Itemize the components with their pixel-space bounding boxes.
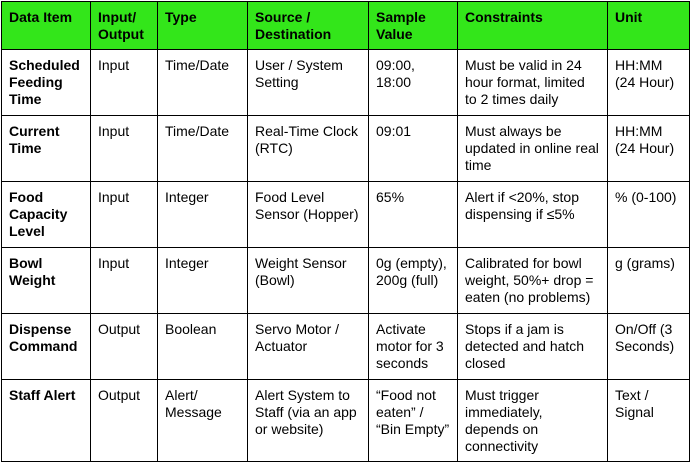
cell-unit: g (grams): [607, 247, 690, 314]
cell-constraints: Calibrated for bowl weight, 50%+ drop = …: [457, 247, 608, 314]
cell-type: Boolean: [157, 313, 248, 380]
column-header-data-item: Data Item: [1, 1, 91, 50]
column-header-sample-value: Sample Value: [368, 1, 458, 50]
cell-type: Alert/ Message: [157, 379, 248, 462]
cell-source-destination: Alert System to Staff (via an app or web…: [247, 379, 369, 462]
cell-unit: Text / Signal: [607, 379, 690, 462]
cell-unit: % (0-100): [607, 181, 690, 248]
cell-unit: HH:MM (24 Hour): [607, 115, 690, 182]
cell-unit: On/Off (3 Seconds): [607, 313, 690, 380]
cell-data-item: Scheduled Feeding Time: [1, 49, 91, 116]
cell-constraints: Stops if a jam is detected and hatch clo…: [457, 313, 608, 380]
table-header: Data Item Input/ Output Type Source / De…: [1, 1, 690, 50]
cell-sample-value: Activate motor for 3 seconds: [368, 313, 458, 380]
cell-constraints: Must trigger immediately, depends on con…: [457, 379, 608, 462]
cell-input-output: Output: [90, 313, 158, 380]
cell-sample-value: 65%: [368, 181, 458, 248]
header-row: Data Item Input/ Output Type Source / De…: [1, 1, 690, 50]
column-header-type: Type: [157, 1, 248, 50]
cell-sample-value: 09:01: [368, 115, 458, 182]
cell-type: Time/Date: [157, 115, 248, 182]
cell-sample-value: “Food not eaten” / “Bin Empty”: [368, 379, 458, 462]
cell-type: Integer: [157, 181, 248, 248]
table-row: Bowl Weight Input Integer Weight Sensor …: [1, 247, 690, 314]
cell-source-destination: Real-Time Clock (RTC): [247, 115, 369, 182]
table-row: Scheduled Feeding Time Input Time/Date U…: [1, 49, 690, 116]
cell-data-item: Current Time: [1, 115, 91, 182]
cell-source-destination: Food Level Sensor (Hopper): [247, 181, 369, 248]
column-header-input-output: Input/ Output: [90, 1, 158, 50]
cell-input-output: Input: [90, 181, 158, 248]
table-row: Food Capacity Level Input Integer Food L…: [1, 181, 690, 248]
cell-source-destination: User / System Setting: [247, 49, 369, 116]
table-row: Dispense Command Output Boolean Servo Mo…: [1, 313, 690, 380]
column-header-source-destination: Source / Destination: [247, 1, 369, 50]
cell-source-destination: Weight Sensor (Bowl): [247, 247, 369, 314]
table-body: Scheduled Feeding Time Input Time/Date U…: [1, 49, 690, 462]
cell-data-item: Food Capacity Level: [1, 181, 91, 248]
cell-type: Integer: [157, 247, 248, 314]
cell-constraints: Alert if <20%, stop dispensing if ≤5%: [457, 181, 608, 248]
cell-source-destination: Servo Motor / Actuator: [247, 313, 369, 380]
table-row: Staff Alert Output Alert/ Message Alert …: [1, 379, 690, 462]
cell-type: Time/Date: [157, 49, 248, 116]
cell-sample-value: 0g (empty), 200g (full): [368, 247, 458, 314]
cell-data-item: Dispense Command: [1, 313, 91, 380]
cell-input-output: Input: [90, 49, 158, 116]
cell-data-item: Staff Alert: [1, 379, 91, 462]
column-header-constraints: Constraints: [457, 1, 608, 50]
cell-input-output: Input: [90, 247, 158, 314]
cell-input-output: Output: [90, 379, 158, 462]
data-dictionary-table: Data Item Input/ Output Type Source / De…: [1, 1, 690, 462]
cell-sample-value: 09:00, 18:00: [368, 49, 458, 116]
table-row: Current Time Input Time/Date Real-Time C…: [1, 115, 690, 182]
cell-constraints: Must always be updated in online real ti…: [457, 115, 608, 182]
cell-data-item: Bowl Weight: [1, 247, 91, 314]
cell-unit: HH:MM (24 Hour): [607, 49, 690, 116]
cell-constraints: Must be valid in 24 hour format, limited…: [457, 49, 608, 116]
column-header-unit: Unit: [607, 1, 690, 50]
cell-input-output: Input: [90, 115, 158, 182]
